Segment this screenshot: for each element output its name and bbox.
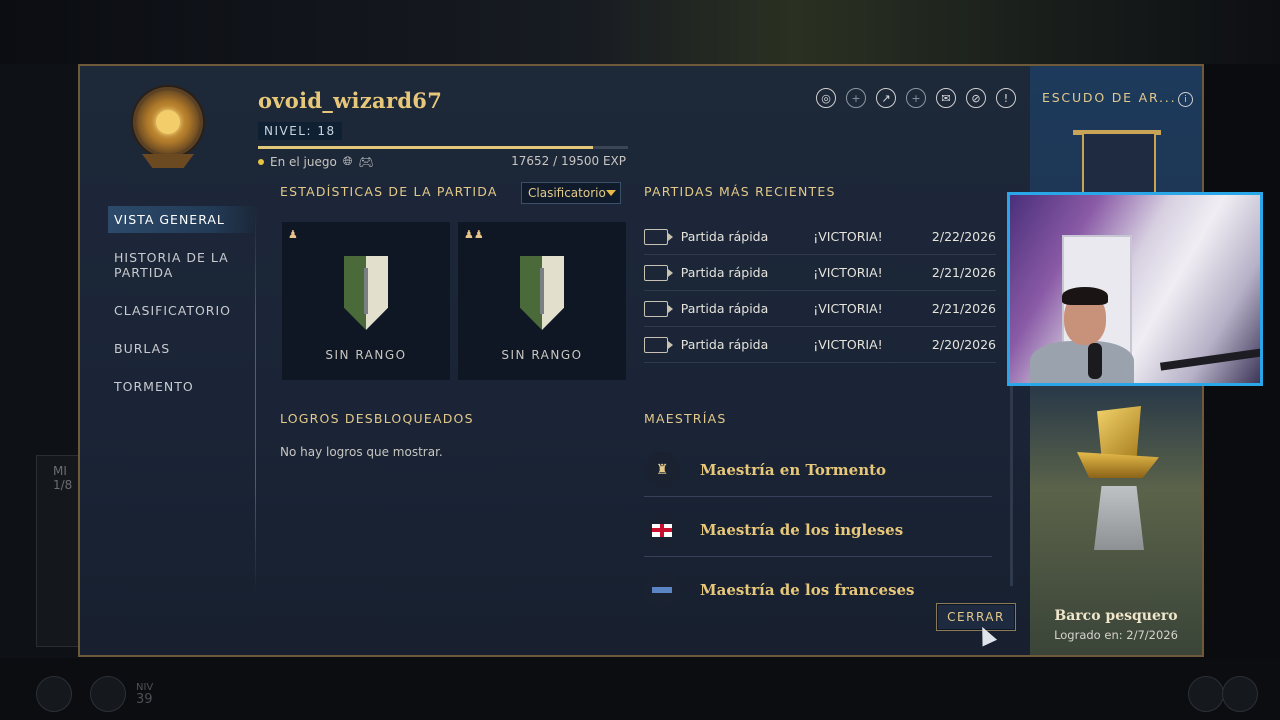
nav-item-overview[interactable]: VISTA GENERAL	[108, 206, 258, 233]
single-player-icon: ♟	[288, 228, 298, 241]
match-result: ¡VICTORIA!	[813, 229, 883, 244]
xp-progress-fill	[258, 146, 593, 149]
status-dot-icon	[258, 158, 264, 165]
xp-progress-bar	[258, 146, 628, 149]
rank-card-solo: ♟ SIN RANGO	[282, 222, 450, 380]
chevron-down-icon	[605, 190, 616, 196]
stats-mode-dropdown[interactable]: Clasificatorio	[521, 182, 621, 204]
match-mode: Partida rápida	[680, 229, 769, 244]
bottom-bar-level-value: 39	[136, 692, 153, 707]
coat-of-arms-title: ESCUDO DE AR...	[1042, 90, 1177, 105]
replay-camera-icon	[644, 300, 673, 317]
match-result: ¡VICTORIA!	[813, 337, 883, 352]
match-date: 2/21/2026	[931, 301, 996, 316]
block-icon[interactable]: ⊘	[966, 88, 986, 108]
match-row[interactable]: Partida rápida ¡VICTORIA! 2/22/2026	[644, 219, 996, 255]
england-flag-icon	[644, 512, 680, 548]
stats-title: ESTADÍSTICAS DE LA PARTIDA	[280, 184, 498, 199]
match-date: 2/22/2026	[931, 229, 996, 244]
nav-item-torment[interactable]: TORMENTO	[108, 373, 258, 400]
nav-item-taunts[interactable]: BURLAS	[108, 335, 258, 362]
mastery-label: Maestría de los franceses	[700, 581, 915, 599]
rank-shield-icon	[341, 253, 391, 338]
add-friend-icon[interactable]: +	[846, 88, 866, 108]
mic-arm	[1159, 347, 1260, 371]
player-emblem	[136, 90, 200, 154]
rank-card-team: ♟♟ SIN RANGO	[458, 222, 626, 380]
globe-icon: 🌐︎	[342, 154, 353, 168]
match-date: 2/20/2026	[931, 337, 996, 352]
achievements-empty-text: No hay logros que mostrar.	[280, 445, 443, 459]
profile-actions: ◎ + ↗ + ✉ ⊘ !	[816, 88, 1016, 108]
online-status: En el juego 🌐︎ 🎮︎	[258, 154, 374, 169]
background-panel: MI 1/8	[36, 455, 80, 647]
match-row[interactable]: Partida rápida ¡VICTORIA! 2/21/2026	[644, 255, 996, 291]
game-background-top	[0, 0, 1280, 64]
torment-icon: ♜	[644, 452, 680, 488]
bottom-bar-icon	[1188, 676, 1224, 712]
replay-camera-icon	[644, 336, 673, 353]
streamer-figure	[1030, 287, 1134, 383]
mastery-label: Maestría de los ingleses	[700, 521, 904, 539]
match-row[interactable]: Partida rápida ¡VICTORIA! 2/20/2026	[644, 327, 996, 363]
level-badge: NIVEL: 18	[258, 122, 342, 140]
close-button[interactable]: CERRAR	[936, 603, 1016, 631]
match-mode: Partida rápida	[680, 337, 769, 352]
replay-camera-icon	[644, 228, 673, 245]
achievements-title: LOGROS DESBLOQUEADOS	[280, 411, 474, 426]
report-icon[interactable]: !	[996, 88, 1016, 108]
profile-nav: VISTA GENERAL HISTORIA DE LA PARTIDA CLA…	[108, 206, 258, 411]
invite-icon[interactable]: ↗	[876, 88, 896, 108]
rank-label: SIN RANGO	[325, 348, 407, 362]
mastery-item-torment[interactable]: ♜ Maestría en Tormento	[644, 444, 992, 497]
match-date: 2/21/2026	[931, 265, 996, 280]
match-result: ¡VICTORIA!	[813, 265, 883, 280]
view-icon[interactable]: ◎	[816, 88, 836, 108]
team-icon: ♟♟	[464, 228, 484, 241]
background-label: MI	[53, 464, 67, 478]
microphone-icon	[1088, 343, 1102, 379]
coat-of-arms-item-name: Barco pesquero	[1054, 608, 1178, 624]
mute-chat-icon[interactable]: ✉	[936, 88, 956, 108]
dropdown-value: Clasificatorio	[528, 186, 606, 200]
replay-camera-icon	[644, 264, 673, 281]
rank-label: SIN RANGO	[501, 348, 583, 362]
masteries-title: MAESTRÍAS	[644, 411, 727, 426]
france-flag-icon	[644, 572, 680, 608]
emblem-base	[142, 154, 194, 168]
match-result: ¡VICTORIA!	[813, 301, 883, 316]
mastery-label: Maestría en Tormento	[700, 461, 887, 479]
add-party-icon[interactable]: +	[906, 88, 926, 108]
streamer-webcam-overlay	[1007, 192, 1263, 386]
username: ovoid_wizard67	[258, 88, 443, 113]
background-label: 1/8	[53, 478, 73, 492]
recent-matches-title: PARTIDAS MÁS RECIENTES	[644, 184, 836, 199]
coat-of-arms-achieved-date: Logrado en: 2/7/2026	[1054, 628, 1178, 642]
status-text: En el juego	[270, 154, 337, 169]
sun-emblem-icon	[156, 110, 180, 134]
match-mode: Partida rápida	[680, 301, 769, 316]
bottom-bar-avatar	[90, 676, 126, 712]
nav-item-ranked[interactable]: CLASIFICATORIO	[108, 297, 258, 324]
game-bottom-bar	[0, 658, 1280, 720]
nav-item-match-history[interactable]: HISTORIA DE LA PARTIDA	[108, 244, 258, 286]
info-icon[interactable]: i	[1178, 92, 1193, 107]
match-row[interactable]: Partida rápida ¡VICTORIA! 2/21/2026	[644, 291, 996, 327]
match-mode: Partida rápida	[680, 265, 769, 280]
controller-icon: 🎮︎	[358, 154, 374, 169]
rank-shield-icon	[517, 253, 567, 338]
masteries-scrollbar[interactable]	[1010, 386, 1013, 586]
trophy-pedestal	[1094, 486, 1144, 550]
bottom-bar-icon	[1222, 676, 1258, 712]
bottom-bar-icon	[36, 676, 72, 712]
xp-text: 17652 / 19500 EXP	[511, 154, 626, 168]
fishing-boat-trophy-icon	[1075, 406, 1161, 486]
mastery-item-english[interactable]: Maestría de los ingleses	[644, 504, 992, 557]
nav-divider	[255, 211, 256, 591]
